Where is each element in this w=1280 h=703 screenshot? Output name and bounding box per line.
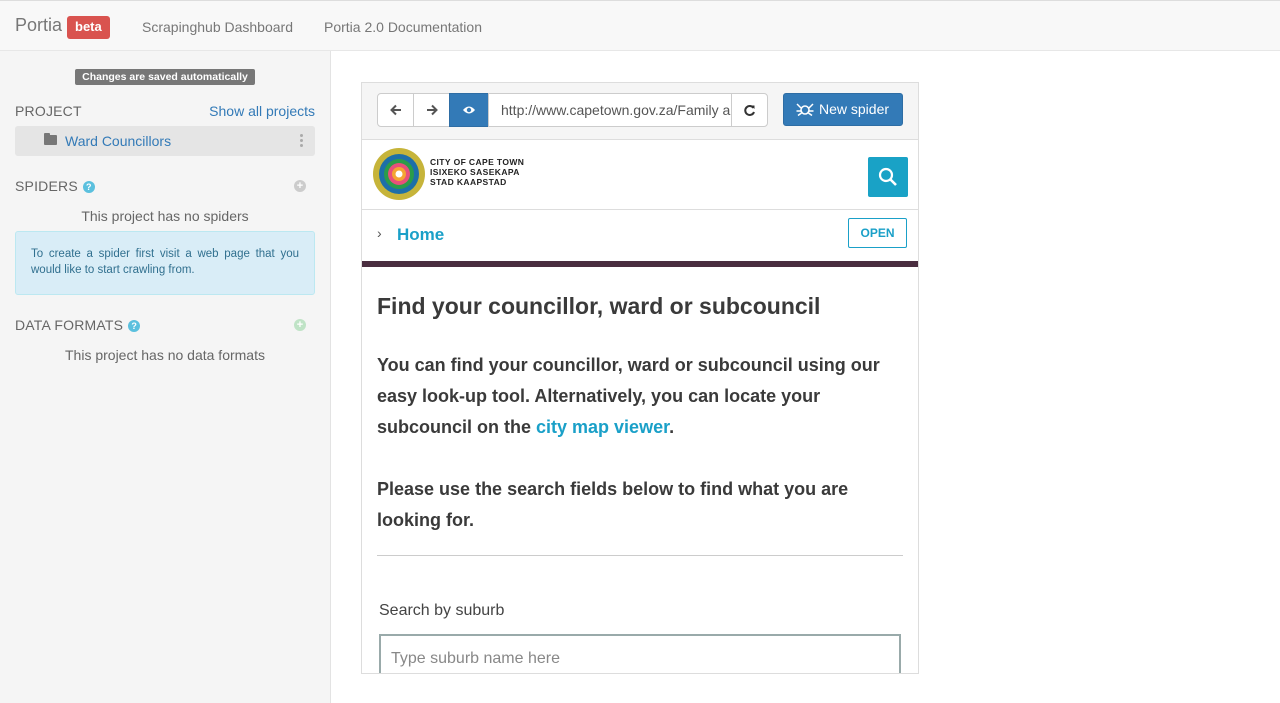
site-search-button[interactable] <box>868 157 908 197</box>
reload-button[interactable] <box>731 93 768 127</box>
help-icon[interactable]: ? <box>82 181 95 193</box>
breadcrumb-home-link[interactable]: Home <box>397 225 444 245</box>
eye-icon <box>463 106 475 114</box>
more-options-icon[interactable] <box>300 134 303 148</box>
brand-name[interactable]: Portia <box>15 15 62 36</box>
project-item-ward-councillors[interactable]: Ward Councillors <box>15 126 315 156</box>
intro-paragraph: You can find your councillor, ward or su… <box>377 355 880 437</box>
add-spider-icon[interactable]: + <box>294 180 306 192</box>
browser-frame: http://www.capetown.gov.za/Family and ho… <box>361 82 919 674</box>
browser-toolbar: http://www.capetown.gov.za/Family and ho… <box>362 83 918 140</box>
toggle-view-button[interactable] <box>449 93 489 127</box>
divider <box>377 555 903 556</box>
url-input[interactable]: http://www.capetown.gov.za/Family and ho… <box>488 93 732 127</box>
open-button[interactable]: OPEN <box>848 218 907 248</box>
nav-link-documentation[interactable]: Portia 2.0 Documentation <box>324 19 482 35</box>
spiders-info-box: To create a spider first visit a web pag… <box>15 231 315 295</box>
instruction-paragraph: Please use the search fields below to fi… <box>377 479 849 530</box>
search-icon <box>878 167 897 186</box>
back-button[interactable] <box>377 93 414 127</box>
page-heading: Find your councillor, ward or subcouncil <box>377 293 821 319</box>
spiders-title-label: SPIDERS <box>15 178 78 194</box>
arrow-right-icon <box>426 104 438 116</box>
add-data-format-icon[interactable]: + <box>294 319 306 331</box>
chevron-right-icon: › <box>377 225 382 241</box>
data-formats-title-label: DATA FORMATS <box>15 317 124 333</box>
search-suburb-label: Search by suburb <box>379 602 505 619</box>
suburb-search-input[interactable]: Type suburb name here <box>379 634 901 673</box>
show-all-projects-link[interactable]: Show all projects <box>209 103 315 119</box>
arrow-left-icon <box>389 104 401 116</box>
spider-icon <box>796 103 814 116</box>
city-logo-icon <box>373 148 425 200</box>
data-formats-empty-message: This project has no data formats <box>65 347 265 363</box>
nav-link-dashboard[interactable]: Scrapinghub Dashboard <box>142 19 293 35</box>
city-map-viewer-link[interactable]: city map viewer <box>536 417 669 437</box>
reload-icon <box>744 105 755 116</box>
autosave-notice: Changes are saved automatically <box>75 69 255 85</box>
data-formats-section-title: DATA FORMATS? <box>15 317 141 333</box>
new-spider-label: New spider <box>819 101 890 117</box>
top-navbar: Portia beta Scrapinghub Dashboard Portia… <box>0 0 1280 51</box>
spiders-section-title: SPIDERS? <box>15 178 95 194</box>
folder-icon <box>44 133 57 145</box>
project-section-title: PROJECT <box>15 103 82 119</box>
project-name[interactable]: Ward Councillors <box>65 133 171 149</box>
site-header: CITY OF CAPE TOWN ISIXEKO SASEKAPA STAD … <box>362 139 918 210</box>
breadcrumb: › Home OPEN <box>362 209 918 267</box>
spiders-empty-message: This project has no spiders <box>81 208 249 224</box>
city-logo-text: CITY OF CAPE TOWN ISIXEKO SASEKAPA STAD … <box>430 157 525 187</box>
beta-badge: beta <box>67 16 110 39</box>
new-spider-button[interactable]: New spider <box>783 93 903 126</box>
forward-button[interactable] <box>413 93 450 127</box>
sidebar: Changes are saved automatically PROJECT … <box>0 51 331 703</box>
help-icon[interactable]: ? <box>128 320 141 332</box>
